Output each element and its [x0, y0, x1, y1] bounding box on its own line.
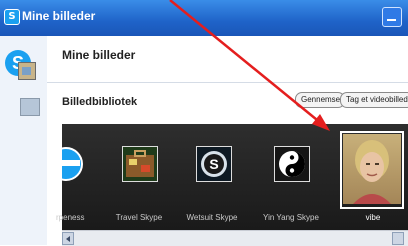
skype-icon: S: [4, 9, 20, 25]
scroll-left-arrow[interactable]: [62, 232, 74, 245]
window-title: Mine billeder: [22, 9, 96, 23]
minimize-button[interactable]: [382, 7, 402, 27]
gallery-item[interactable]: rpeness: [49, 124, 104, 230]
library-icon: [20, 98, 40, 116]
gallery-item-selected[interactable]: vibe: [338, 124, 408, 230]
side-panel: S: [0, 36, 47, 245]
yin-yang-icon: [274, 146, 310, 182]
gallery-item[interactable]: Travel Skype: [106, 124, 172, 230]
scroll-right-arrow[interactable]: [392, 232, 404, 245]
photo-icon: [18, 62, 36, 80]
gallery-item[interactable]: Yin Yang Skype: [256, 124, 326, 230]
browse-button[interactable]: Gennemse...: [295, 92, 345, 108]
gallery-caption: vibe: [365, 213, 381, 222]
svg-text:S: S: [209, 156, 218, 172]
section-title: Billedbibliotek: [62, 96, 138, 108]
title-bar: S Mine billeder: [0, 0, 408, 36]
gallery-caption: Wetsuit Skype: [186, 213, 238, 222]
gallery-caption: Travel Skype: [115, 213, 163, 222]
gallery-scrollbar[interactable]: [62, 230, 408, 246]
suitcase-icon: [122, 146, 158, 182]
picture-gallery: rpeness Travel Skype S Wetsuit Skype Yin…: [49, 124, 408, 230]
take-video-picture-button[interactable]: Tag et videobillede: [340, 92, 408, 108]
page-title: Mine billeder: [62, 48, 136, 62]
gallery-caption: Yin Yang Skype: [263, 213, 319, 222]
round-blue-emblem-icon: [49, 146, 83, 181]
skype-wetsuit-icon: S: [196, 146, 232, 182]
divider: [47, 82, 408, 83]
gallery-caption: rpeness: [56, 213, 85, 222]
portrait-photo: [343, 134, 401, 204]
gallery-item[interactable]: S Wetsuit Skype: [178, 124, 246, 230]
